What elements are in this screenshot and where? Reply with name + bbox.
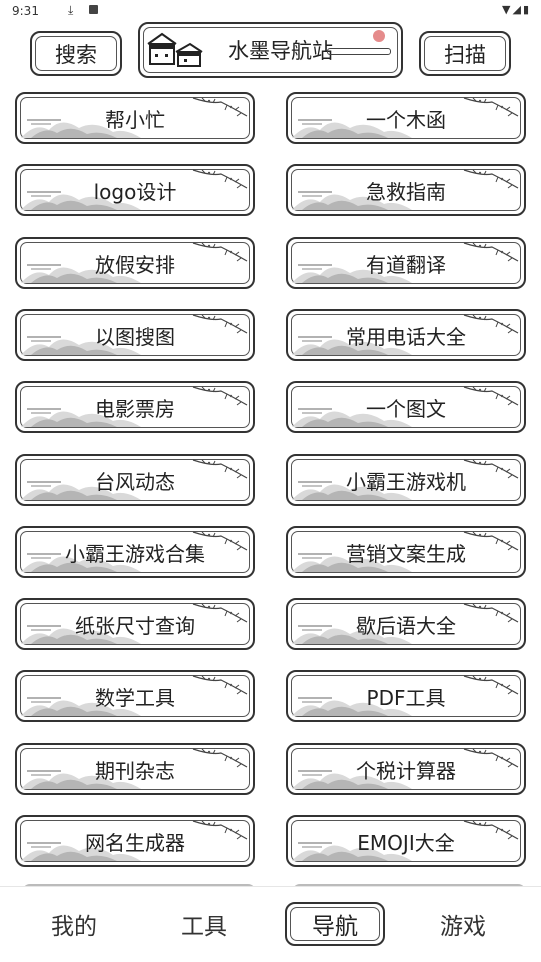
scan-button-label: 扫描 [444,42,486,67]
nav-grid-button-label: 数学工具 [95,685,175,710]
nav-grid-button-label: PDF工具 [366,685,446,710]
nav-grid-button[interactable]: 帮小忙 [15,92,255,144]
nav-grid-button[interactable]: 小霸王游戏合集 [15,526,255,578]
branch-icon [463,459,519,479]
branch-icon [192,314,248,334]
tab-tools[interactable]: 工具 [181,907,227,941]
title-banner: 水墨导航站 [138,22,403,78]
nav-grid-button-label: 小霸王游戏合集 [65,541,205,566]
branch-icon [463,314,519,334]
nav-grid-button[interactable]: 放假安排 [15,237,255,289]
branch-icon [192,97,248,117]
nav-grid-button[interactable]: 营销文案生成 [286,526,526,578]
bottom-nav: 我的 工具 游戏 [0,886,541,962]
branch-icon [192,748,248,768]
branch-icon [192,603,248,623]
nav-grid-button-label: 网名生成器 [85,830,185,855]
nav-grid-button-label: logo设计 [93,179,177,204]
nav-grid-button[interactable]: 歇后语大全 [286,598,526,650]
branch-icon [192,459,248,479]
nav-grid-button[interactable]: EMOJI大全 [286,815,526,867]
sun-icon [373,30,385,42]
nav-grid-button[interactable]: 急救指南 [286,164,526,216]
branch-icon [192,820,248,840]
branch-icon [192,675,248,695]
branch-icon [463,748,519,768]
battery-icon: ▮ [522,3,531,16]
branch-icon [463,531,519,551]
decorative-scroll-icon [327,48,391,55]
nav-grid-button[interactable]: 以图搜图 [15,309,255,361]
download-icon: ⤓ [68,3,74,17]
nav-grid-button-label: 个税计算器 [356,758,456,783]
nav-grid-button-label: 以图搜图 [95,324,175,349]
nav-grid-button[interactable]: 有道翻译 [286,237,526,289]
nav-grid-button-label: 有道翻译 [366,252,446,277]
nav-grid-button[interactable]: 电影票房 [15,381,255,433]
nav-grid-button[interactable]: logo设计 [15,164,255,216]
nav-grid-button[interactable]: 网名生成器 [15,815,255,867]
nav-grid-button-label: 期刊杂志 [95,758,175,783]
tab-nav-label: 导航 [312,914,358,940]
branch-icon [463,97,519,117]
nav-grid-button-label: 放假安排 [95,252,175,277]
status-bar: 9:31 ⤓ ▼◢▮ [0,0,541,22]
nav-grid-button[interactable]: 期刊杂志 [15,743,255,795]
branch-icon [463,675,519,695]
signal-icon: ◢ [512,3,523,16]
nav-grid-button[interactable]: 数学工具 [15,670,255,722]
nav-grid-button-label: EMOJI大全 [357,830,455,855]
status-time: 9:31 [12,4,39,18]
nav-grid-button-label: 纸张尺寸查询 [75,613,195,638]
system-icons: ▼◢▮ [502,3,531,16]
branch-icon [463,820,519,840]
nav-grid-button[interactable]: 一个木函 [286,92,526,144]
page-title: 水墨导航站 [228,39,333,63]
nav-grid-button-label: 帮小忙 [105,107,165,132]
nav-grid-button-label: 急救指南 [366,179,446,204]
nav-grid-button[interactable]: 小霸王游戏机 [286,454,526,506]
nav-grid-button[interactable]: 台风动态 [15,454,255,506]
branch-icon [192,386,248,406]
nav-grid-button[interactable]: PDF工具 [286,670,526,722]
tab-nav[interactable]: 导航 [285,902,385,946]
nav-grid-button-label: 歇后语大全 [356,613,456,638]
nav-grid-button[interactable]: 常用电话大全 [286,309,526,361]
nav-grid-button-label: 一个图文 [366,396,446,421]
nav-grid-button-label: 电影票房 [95,396,175,421]
house-icon [147,32,203,67]
nav-grid-button-label: 一个木函 [366,107,446,132]
image-notification-icon [89,5,98,14]
branch-icon [192,169,248,189]
branch-icon [463,386,519,406]
tab-mine[interactable]: 我的 [51,907,97,941]
search-button[interactable]: 搜索 [30,31,122,76]
nav-grid-button[interactable]: 纸张尺寸查询 [15,598,255,650]
nav-grid-button[interactable]: 个税计算器 [286,743,526,795]
nav-grid-button[interactable]: 一个图文 [286,381,526,433]
branch-icon [192,242,248,262]
branch-icon [463,603,519,623]
wifi-icon: ▼ [502,3,513,16]
tab-games[interactable]: 游戏 [440,907,486,941]
nav-grid-button-label: 常用电话大全 [346,324,466,349]
branch-icon [463,169,519,189]
nav-grid-button-label: 台风动态 [95,469,175,494]
branch-icon [463,242,519,262]
search-button-label: 搜索 [55,42,97,67]
scan-button[interactable]: 扫描 [419,31,511,76]
nav-grid-button-label: 营销文案生成 [346,541,466,566]
nav-grid-button-label: 小霸王游戏机 [346,469,466,494]
